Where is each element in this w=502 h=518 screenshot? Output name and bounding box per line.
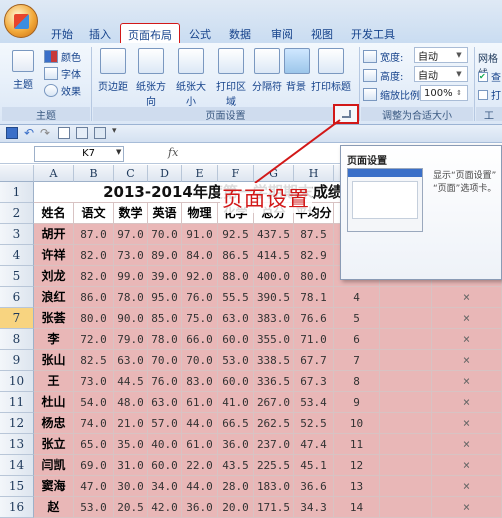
tooltip-description: 显示“页面设置” “页面”选项卡。 — [433, 170, 496, 196]
student-name-cell[interactable]: 赵 — [34, 497, 74, 518]
table-cell[interactable]: 20.5 — [114, 497, 148, 518]
thumbnail-body — [352, 181, 418, 219]
table-cell[interactable]: 14 — [334, 497, 380, 518]
annotation-line — [254, 119, 341, 184]
page-setup-tooltip: 页面设置 显示“页面设置” “页面”选项卡。 — [340, 145, 502, 280]
tooltip-dialog-thumbnail — [347, 168, 423, 232]
table-cell[interactable]: 53.0 — [74, 497, 114, 518]
row-header[interactable]: 16 — [0, 497, 34, 518]
tooltip-description-line1: 显示“页面设置” — [433, 171, 497, 181]
table-cell[interactable]: 42.0 — [148, 497, 182, 518]
tooltip-title: 页面设置 — [347, 156, 387, 167]
annotation-label: 页面设置 — [220, 183, 312, 213]
table-cell[interactable]: 20.0 — [218, 497, 254, 518]
table-cell[interactable]: 34.3 — [294, 497, 334, 518]
table-cell[interactable]: 171.5 — [254, 497, 294, 518]
thumbnail-titlebar — [348, 169, 422, 177]
table-cell[interactable]: 36.0 — [182, 497, 218, 518]
tooltip-description-line2: “页面”选项卡。 — [433, 184, 497, 194]
table-cell[interactable]: × — [432, 497, 502, 518]
table-cell[interactable] — [380, 497, 432, 518]
